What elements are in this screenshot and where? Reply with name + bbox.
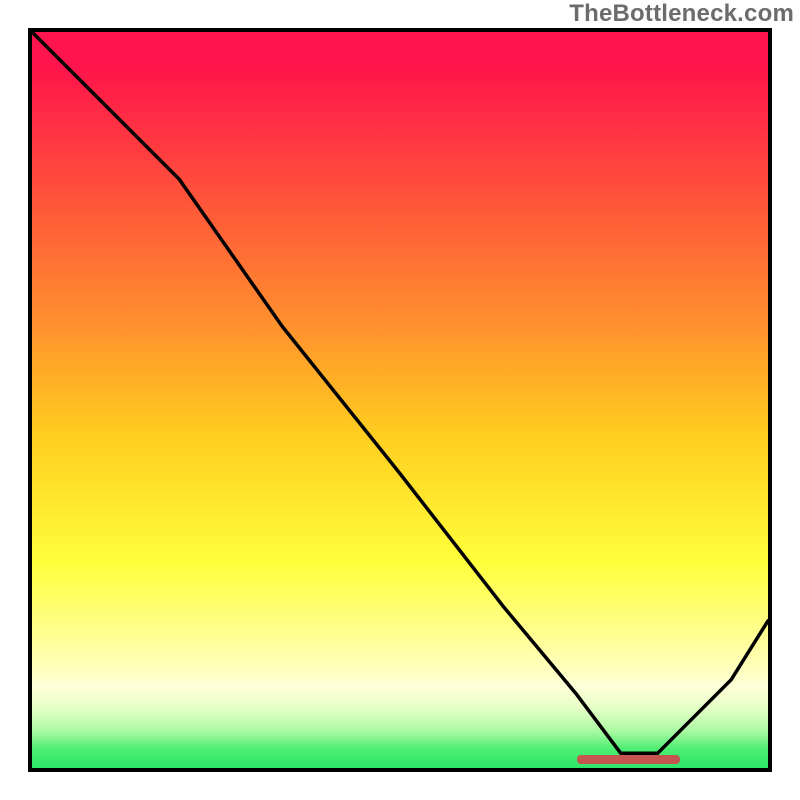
optimal-range-bar bbox=[577, 755, 680, 764]
bottleneck-curve bbox=[32, 32, 768, 768]
chart-frame: TheBottleneck.com bbox=[0, 0, 800, 800]
curve-path bbox=[32, 32, 768, 753]
watermark-text: TheBottleneck.com bbox=[569, 0, 794, 28]
plot-area bbox=[28, 28, 772, 772]
